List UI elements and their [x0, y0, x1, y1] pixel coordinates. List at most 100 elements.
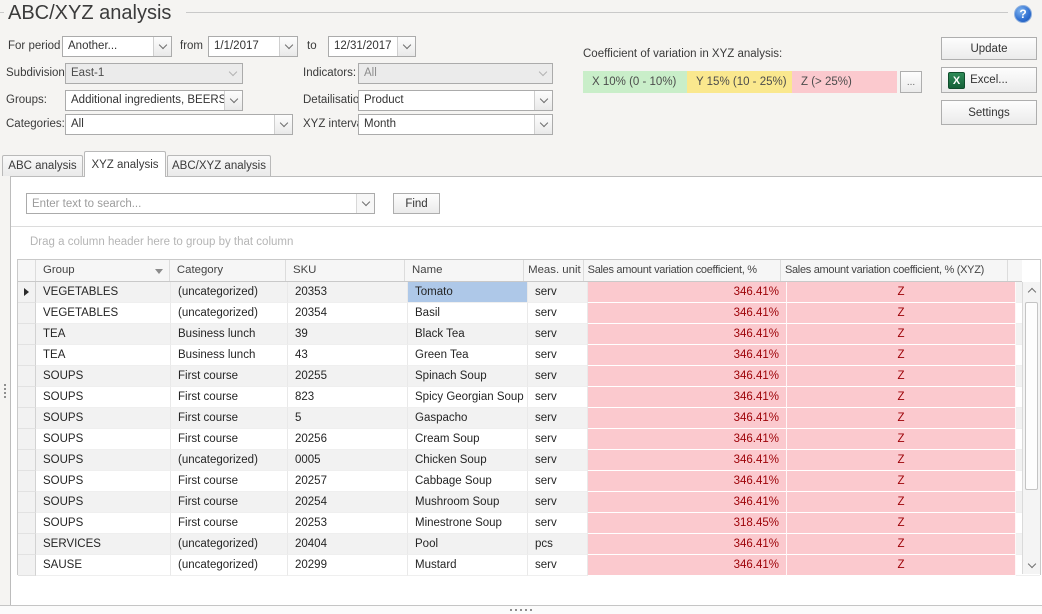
cell-category[interactable]: First course [171, 513, 288, 534]
cell-name[interactable]: Black Tea [408, 324, 528, 345]
column-header-coefficient[interactable]: Sales amount variation coefficient, % [584, 260, 781, 281]
cell-name[interactable]: Minestrone Soup [408, 513, 528, 534]
cell-name[interactable]: Spinach Soup [408, 366, 528, 387]
column-header-sku[interactable]: SKU [286, 260, 405, 281]
cell-meas-unit[interactable]: serv [528, 345, 588, 366]
update-button[interactable]: Update [941, 37, 1037, 60]
cell-xyz-class[interactable]: Z [787, 513, 1016, 534]
column-header-meas-unit[interactable]: Meas. unit [524, 260, 584, 281]
cell-group[interactable]: SAUSE [36, 555, 171, 576]
cell-group[interactable]: SOUPS [36, 513, 171, 534]
cell-xyz-class[interactable]: Z [787, 324, 1016, 345]
cell-sku[interactable]: 20254 [288, 492, 408, 513]
cell-category[interactable]: First course [171, 492, 288, 513]
cell-meas-unit[interactable]: serv [528, 513, 588, 534]
cell-coefficient[interactable]: 346.41% [588, 345, 787, 366]
left-splitter-handle[interactable] [4, 384, 6, 398]
cell-coefficient[interactable]: 346.41% [588, 471, 787, 492]
cell-name[interactable]: Gaspacho [408, 408, 528, 429]
cell-sku[interactable]: 43 [288, 345, 408, 366]
cell-group[interactable]: SOUPS [36, 387, 171, 408]
cell-xyz-class[interactable]: Z [787, 450, 1016, 471]
chevron-down-icon[interactable] [356, 194, 374, 213]
cell-coefficient[interactable]: 346.41% [588, 450, 787, 471]
cell-coefficient[interactable]: 318.45% [588, 513, 787, 534]
cell-sku[interactable]: 823 [288, 387, 408, 408]
date-to-select[interactable]: 12/31/2017 [328, 36, 416, 57]
cell-coefficient[interactable]: 346.41% [588, 303, 787, 324]
table-row[interactable]: SOUPSFirst course20253Minestrone Soupser… [18, 513, 1040, 534]
help-icon[interactable]: ? [1014, 5, 1032, 23]
cell-meas-unit[interactable]: serv [528, 555, 588, 576]
cell-xyz-class[interactable]: Z [787, 303, 1016, 324]
table-row[interactable]: VEGETABLES(uncategorized)20354Basilserv3… [18, 303, 1040, 324]
cell-coefficient[interactable]: 346.41% [588, 555, 787, 576]
column-header-group[interactable]: Group [36, 260, 170, 281]
cell-meas-unit[interactable]: serv [528, 492, 588, 513]
table-row[interactable]: TEABusiness lunch43Green Teaserv346.41%Z [18, 345, 1040, 366]
cell-coefficient[interactable]: 346.41% [588, 366, 787, 387]
chevron-down-icon[interactable] [274, 115, 292, 134]
cell-meas-unit[interactable]: serv [528, 408, 588, 429]
table-row[interactable]: SOUPSFirst course20256Cream Soupserv346.… [18, 429, 1040, 450]
cell-group[interactable]: VEGETABLES [36, 303, 171, 324]
table-row[interactable]: SOUPSFirst course20255Spinach Soupserv34… [18, 366, 1040, 387]
table-row[interactable]: SOUPSFirst course823Spicy Georgian Soups… [18, 387, 1040, 408]
cell-xyz-class[interactable]: Z [787, 366, 1016, 387]
cell-meas-unit[interactable]: serv [528, 282, 588, 303]
cell-name[interactable]: Cream Soup [408, 429, 528, 450]
cell-sku[interactable]: 20404 [288, 534, 408, 555]
cell-sku[interactable]: 20255 [288, 366, 408, 387]
cell-xyz-class[interactable]: Z [787, 534, 1016, 555]
categories-select[interactable]: All [65, 114, 293, 135]
cell-coefficient[interactable]: 346.41% [588, 324, 787, 345]
table-row[interactable]: SOUPSFirst course20257Cabbage Soupserv34… [18, 471, 1040, 492]
cell-coefficient[interactable]: 346.41% [588, 534, 787, 555]
cell-name[interactable]: Tomato [408, 282, 528, 303]
period-select[interactable]: Another... [62, 36, 172, 57]
groups-select[interactable]: Additional ingredients, BEERS, BEV... [65, 90, 243, 111]
tab-abc-analysis[interactable]: ABC analysis [2, 155, 83, 176]
cell-category[interactable]: First course [171, 387, 288, 408]
scroll-down-icon[interactable] [1023, 557, 1040, 574]
cell-group[interactable]: VEGETABLES [36, 282, 171, 303]
cell-name[interactable]: Chicken Soup [408, 450, 528, 471]
cell-group[interactable]: SOUPS [36, 450, 171, 471]
detailisation-select[interactable]: Product [358, 90, 553, 111]
settings-button[interactable]: Settings [941, 100, 1037, 125]
table-row[interactable]: SOUPSFirst course20254Mushroom Soupserv3… [18, 492, 1040, 513]
cell-category[interactable]: Business lunch [171, 345, 288, 366]
table-row[interactable]: SOUPSFirst course5Gaspachoserv346.41%Z [18, 408, 1040, 429]
cell-meas-unit[interactable]: pcs [528, 534, 588, 555]
column-header-category[interactable]: Category [170, 260, 286, 281]
find-button[interactable]: Find [393, 193, 440, 214]
cell-category[interactable]: First course [171, 408, 288, 429]
cell-name[interactable]: Mushroom Soup [408, 492, 528, 513]
cell-category[interactable]: (uncategorized) [171, 282, 288, 303]
date-from-select[interactable]: 1/1/2017 [208, 36, 298, 57]
table-row[interactable]: TEABusiness lunch39Black Teaserv346.41%Z [18, 324, 1040, 345]
cell-xyz-class[interactable]: Z [787, 408, 1016, 429]
cell-sku[interactable]: 20253 [288, 513, 408, 534]
tab-abc-xyz-analysis[interactable]: ABC/XYZ analysis [167, 155, 271, 176]
table-row[interactable]: SAUSE(uncategorized)20299Mustardserv346.… [18, 555, 1040, 576]
cell-name[interactable]: Spicy Georgian Soup [408, 387, 528, 408]
chevron-down-icon[interactable] [534, 91, 552, 110]
cell-sku[interactable]: 20353 [288, 282, 408, 303]
table-row[interactable]: VEGETABLES(uncategorized)20353Tomatoserv… [18, 282, 1040, 303]
chevron-down-icon[interactable] [153, 37, 171, 56]
cell-coefficient[interactable]: 346.41% [588, 429, 787, 450]
cell-group[interactable]: SERVICES [36, 534, 171, 555]
cell-category[interactable]: First course [171, 366, 288, 387]
chevron-down-icon[interactable] [397, 37, 415, 56]
cell-sku[interactable]: 20256 [288, 429, 408, 450]
cell-xyz-class[interactable]: Z [787, 345, 1016, 366]
cell-meas-unit[interactable]: serv [528, 366, 588, 387]
cell-category[interactable]: (uncategorized) [171, 555, 288, 576]
cell-category[interactable]: (uncategorized) [171, 303, 288, 324]
cell-xyz-class[interactable]: Z [787, 555, 1016, 576]
cell-name[interactable]: Pool [408, 534, 528, 555]
table-row[interactable]: SERVICES(uncategorized)20404Poolpcs346.4… [18, 534, 1040, 555]
vertical-scrollbar[interactable] [1022, 282, 1040, 574]
chevron-down-icon[interactable] [534, 115, 552, 134]
